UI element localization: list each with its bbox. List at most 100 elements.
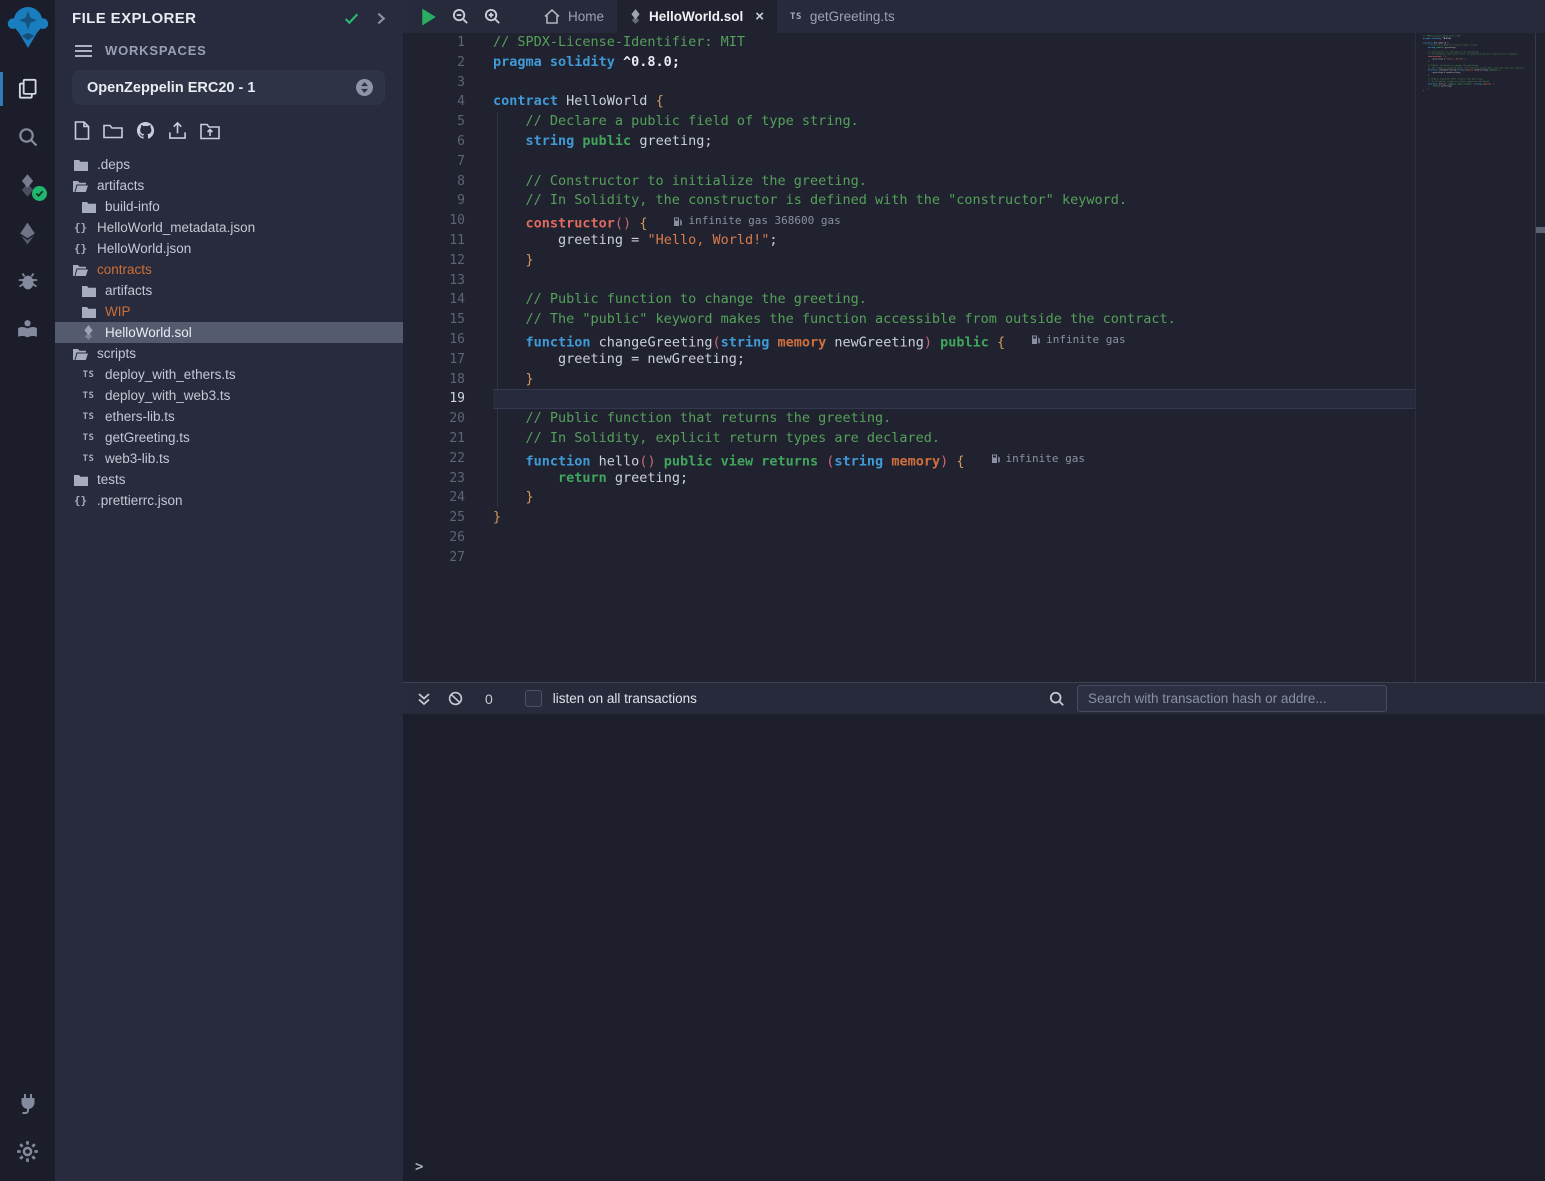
tree-item--prettierrc-json[interactable]: {}.prettierrc.json (55, 490, 403, 511)
code-lines: 1// SPDX-License-Identifier: MIT2pragma … (403, 33, 1415, 568)
transaction-count: 0 (485, 691, 493, 707)
upload-folder-icon[interactable] (200, 122, 220, 140)
tree-item-deploy-with-ethers-ts[interactable]: TS deploy_with_ethers.ts (55, 364, 403, 385)
tree-item-build-info[interactable]: build-info (55, 196, 403, 217)
line-number: 20 (403, 409, 465, 429)
file-explorer-icon[interactable] (0, 65, 55, 113)
line-content (493, 389, 1415, 409)
line-content: // In Solidity, explicit return types ar… (493, 429, 1415, 449)
line-number: 15 (403, 310, 465, 330)
gas-estimate-decoration: infinite gas 368600 gas (673, 211, 840, 231)
tree-item-label: deploy_with_web3.ts (105, 388, 230, 403)
tab-getgreeting-ts[interactable]: TSgetGreeting.ts (777, 0, 908, 33)
tree-item-deploy-with-web3-ts[interactable]: TS deploy_with_web3.ts (55, 385, 403, 406)
deploy-run-icon[interactable] (0, 209, 55, 257)
tree-item-getgreeting-ts[interactable]: TSgetGreeting.ts (55, 427, 403, 448)
hamburger-menu-icon[interactable] (75, 44, 92, 58)
line-number: 14 (403, 290, 465, 310)
code-line-23: 23 return greeting; (403, 469, 1415, 489)
tree-item-label: HelloWorld.json (97, 241, 191, 256)
expand-terminal-icon[interactable] (417, 692, 431, 706)
line-number: 16 (403, 330, 465, 350)
tree-item-label: tests (97, 472, 126, 487)
line-number: 5 (403, 112, 465, 132)
new-folder-icon[interactable] (103, 122, 123, 139)
tree-item-label: deploy_with_ethers.ts (105, 367, 236, 382)
tree-item-artifacts[interactable]: artifacts (55, 175, 403, 196)
tree-item-label: artifacts (97, 178, 144, 193)
tree-item-label: artifacts (105, 283, 152, 298)
publish-gist-icon[interactable] (136, 121, 155, 140)
tree-item-ethers-lib-ts[interactable]: TSethers-lib.ts (55, 406, 403, 427)
listen-transactions-checkbox[interactable] (525, 690, 542, 707)
tree-item-artifacts[interactable]: artifacts (55, 280, 403, 301)
zoom-out-icon[interactable] (452, 8, 469, 25)
zoom-in-icon[interactable] (484, 8, 501, 25)
activity-bar (0, 0, 55, 1181)
ts-icon: TS (81, 391, 96, 401)
check-icon[interactable] (343, 10, 360, 27)
tree-item-label: WIP (105, 304, 131, 319)
code-editor[interactable]: 1// SPDX-License-Identifier: MIT2pragma … (403, 33, 1545, 682)
terminal-bar: 0 listen on all transactions (403, 682, 1545, 714)
tree-item-helloworld-sol[interactable]: HelloWorld.sol (55, 322, 403, 343)
tree-item-label: ethers-lib.ts (105, 409, 175, 424)
remix-logo-icon[interactable] (5, 3, 51, 51)
line-number: 11 (403, 231, 465, 251)
tree-item-wip[interactable]: WIP (55, 301, 403, 322)
line-number: 6 (403, 132, 465, 152)
debugger-icon[interactable] (0, 257, 55, 305)
tree-item-contracts[interactable]: contracts (55, 259, 403, 280)
run-script-icon[interactable] (421, 8, 437, 26)
line-number: 9 (403, 191, 465, 211)
scrollbar-lane[interactable] (1535, 33, 1545, 682)
line-content (493, 271, 1415, 291)
line-content: } (493, 488, 1415, 508)
line-content: pragma solidity ^0.8.0; (493, 53, 1415, 73)
code-line-15: 15 // The "public" keyword makes the fun… (403, 310, 1415, 330)
new-file-icon[interactable] (74, 121, 90, 140)
line-number: 22 (403, 449, 465, 469)
ts-icon: TS (81, 433, 96, 443)
ts-icon: TS (81, 454, 96, 464)
solidity-compiler-icon[interactable] (0, 161, 55, 209)
line-number: 19 (403, 389, 465, 409)
learn-icon[interactable] (0, 305, 55, 353)
tree-item-helloworld-json[interactable]: {}HelloWorld.json (55, 238, 403, 259)
tree-item-scripts[interactable]: scripts (55, 343, 403, 364)
line-content: function hello() public view returns (st… (493, 449, 1415, 469)
line-content: // Constructor to initialize the greetin… (493, 172, 1415, 192)
close-tab-icon[interactable]: × (755, 9, 764, 24)
chevron-right-icon[interactable] (374, 12, 387, 25)
line-number: 1 (403, 33, 465, 53)
code-line-3: 3 (403, 73, 1415, 93)
line-number: 12 (403, 251, 465, 271)
folder-open-icon (73, 348, 88, 360)
ts-icon: TS (81, 370, 96, 380)
search-icon[interactable] (0, 113, 55, 161)
clear-console-icon[interactable] (448, 691, 463, 706)
terminal-search-input[interactable] (1077, 685, 1387, 712)
line-content: constructor() {infinite gas 368600 gas (493, 211, 1415, 231)
line-content: greeting = "Hello, World!"; (493, 231, 1415, 251)
line-content: // Declare a public field of type string… (493, 112, 1415, 132)
minimap[interactable]: // SPDX-License-Identifier: MITpragma so… (1423, 35, 1529, 155)
upload-file-icon[interactable] (168, 121, 187, 140)
terminal-prompt: > (415, 1159, 423, 1175)
select-caret-icon (356, 79, 373, 96)
compile-success-badge (32, 186, 47, 201)
workspace-select[interactable]: OpenZeppelin ERC20 - 1 (72, 70, 385, 105)
folder-open-icon (73, 264, 88, 276)
tree-item-tests[interactable]: tests (55, 469, 403, 490)
plugin-manager-icon[interactable] (0, 1079, 55, 1127)
tree-item-web3-lib-ts[interactable]: TSweb3-lib.ts (55, 448, 403, 469)
json-icon: {} (73, 221, 88, 234)
terminal-content[interactable]: > (403, 714, 1545, 1181)
tab-home[interactable]: Home (531, 0, 617, 33)
editor-separator (1415, 33, 1416, 682)
tab-helloworld-sol[interactable]: HelloWorld.sol× (617, 0, 777, 33)
tree-item-helloworld-metadata-json[interactable]: {}HelloWorld_metadata.json (55, 217, 403, 238)
tree-item--deps[interactable]: .deps (55, 154, 403, 175)
scrollbar-thumb[interactable] (1536, 227, 1545, 233)
settings-icon[interactable] (0, 1127, 55, 1175)
